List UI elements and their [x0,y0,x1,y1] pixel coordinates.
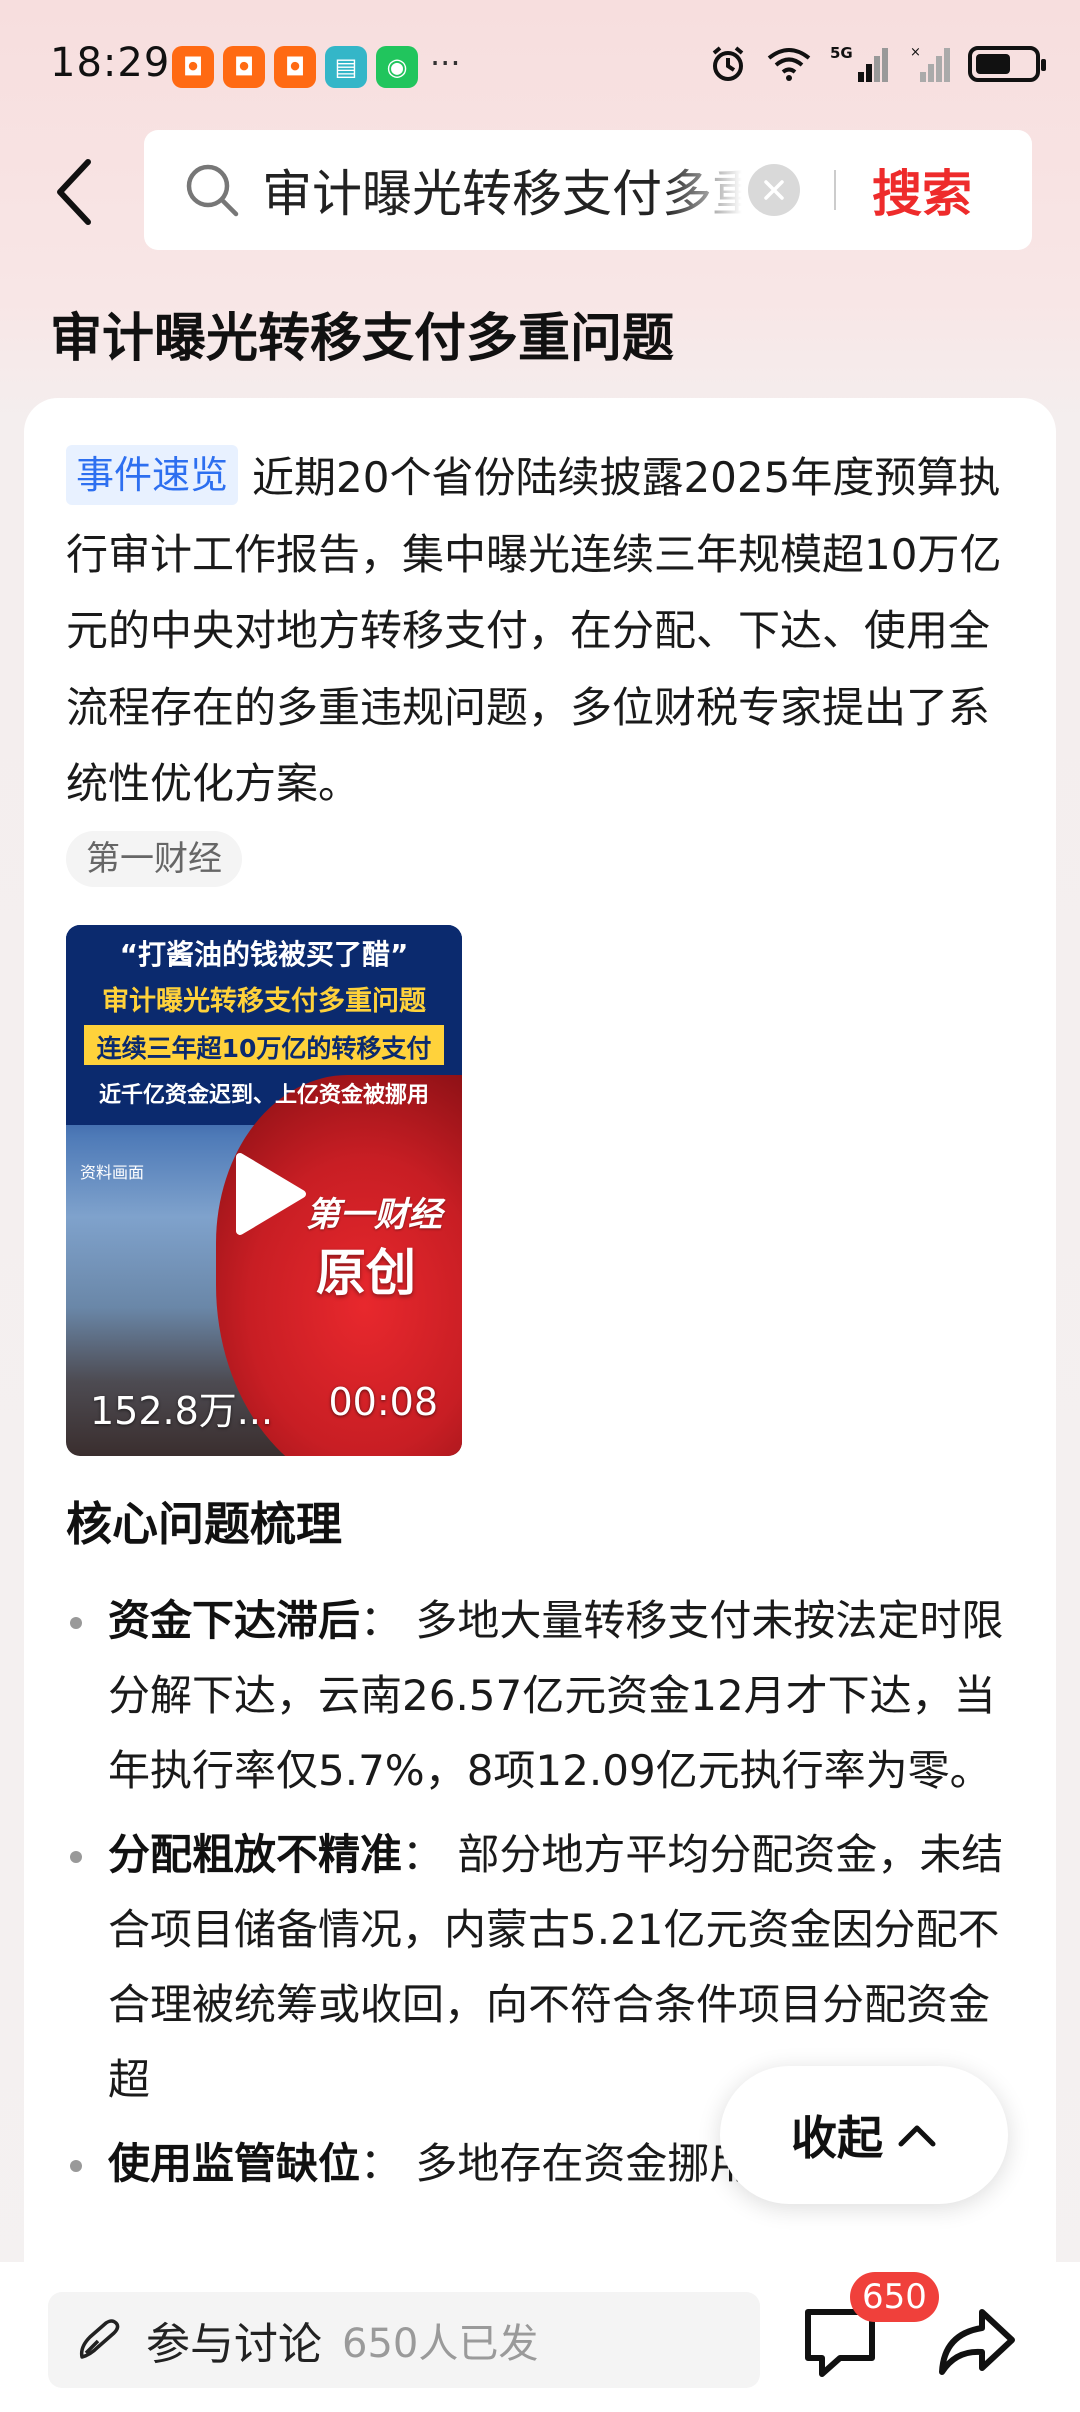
play-icon[interactable] [232,1151,308,1237]
bottom-bar: 参与讨论 650人已发 650 [0,2262,1080,2412]
discuss-label: 参与讨论 [146,2319,322,2370]
video-player[interactable]: “打酱油的钱被买了醋” 审计曝光转移支付多重问题 连续三年超10万亿的转移支付 … [66,925,462,1456]
discuss-count: 650人已发 [342,2321,539,2367]
source-tag[interactable]: 第一财经 [66,831,242,887]
close-icon [764,180,784,200]
event-card: 事件速览 近期20个省份陆续披露2025年度预算执行审计工作报告，集中曝光连续三年… [24,398,1056,2298]
section-title: 核心问题梳理 [66,1497,342,1551]
wifi-icon [766,44,812,84]
item-heading: 资金下达滞后 [108,1596,361,1645]
svg-text:5G: 5G [830,44,853,62]
battery-icon [968,46,1046,82]
event-summary: 事件速览 近期20个省份陆续披露2025年度预算执行审计工作报告，集中曝光连续三年… [66,440,1026,823]
chevron-left-icon [57,159,91,225]
video-caption-2: 审计曝光转移支付多重问题 [102,986,426,1017]
search-bar[interactable]: 审计曝光转移支付多重问题 搜索 [144,130,1032,250]
more-notifications-icon: ··· [430,44,461,82]
video-original-label: 原创 [316,1244,416,1302]
summary-text: 近期20个省份陆续披露2025年度预算执行审计工作报告，集中曝光连续三年规模超1… [66,453,1002,808]
pen-icon [79,2319,120,2359]
video-caption-1: “打酱油的钱被买了醋” [119,938,409,971]
divider [834,170,836,210]
book-icon: ▤ [325,46,367,88]
video-duration: 00:08 [328,1380,438,1424]
page-title: 审计曝光转移支付多重问题 [50,309,675,369]
video-logo: 第一财经 [306,1195,442,1235]
event-badge: 事件速览 [66,445,239,505]
svg-text:×: × [910,45,921,60]
back-button[interactable] [46,158,102,226]
search-icon [186,164,239,217]
xiaohongshu-icon: ◘ [223,46,265,88]
comment-count-badge: 650 [850,2272,939,2322]
collapse-label: 收起 [791,2111,883,2165]
chevron-up-icon [898,2125,936,2147]
collapse-button[interactable]: 收起 [720,2066,1008,2204]
list-item: 资金下达滞后： 多地大量转移支付未按法定时限分解下达，云南26.57亿元资金12… [66,1583,1026,1808]
xiaohongshu-icon: ◘ [274,46,316,88]
wechat-icon: ◉ [376,46,418,88]
search-button[interactable]: 搜索 [872,154,972,226]
discussion-input[interactable]: 参与讨论 650人已发 [48,2292,760,2388]
clear-search-button[interactable] [748,164,800,216]
status-bar: 18:29 ◘ ◘ ◘ ▤ ◉ ··· 5G × [0,0,1080,135]
signal-5g-icon: 5G [830,44,892,84]
signal-icon: × [910,44,950,84]
search-input[interactable]: 审计曝光转移支付多重问题 [262,154,742,226]
notification-icons: ◘ ◘ ◘ ▤ ◉ [172,46,418,88]
video-views: 152.8万... [90,1389,274,1433]
video-caption-3: 连续三年超10万亿的转移支付 [96,1034,432,1063]
alarm-icon [708,44,748,84]
status-time: 18:29 [50,40,171,86]
share-icon[interactable] [936,2306,1016,2380]
xiaohongshu-icon: ◘ [172,46,214,88]
video-caption-4: 近千亿资金迟到、上亿资金被挪用 [98,1083,429,1108]
video-source-note: 资料画面 [80,1163,145,1182]
item-heading: 分配粗放不精准 [108,1830,403,1879]
item-heading: 使用监管缺位 [108,2139,361,2188]
